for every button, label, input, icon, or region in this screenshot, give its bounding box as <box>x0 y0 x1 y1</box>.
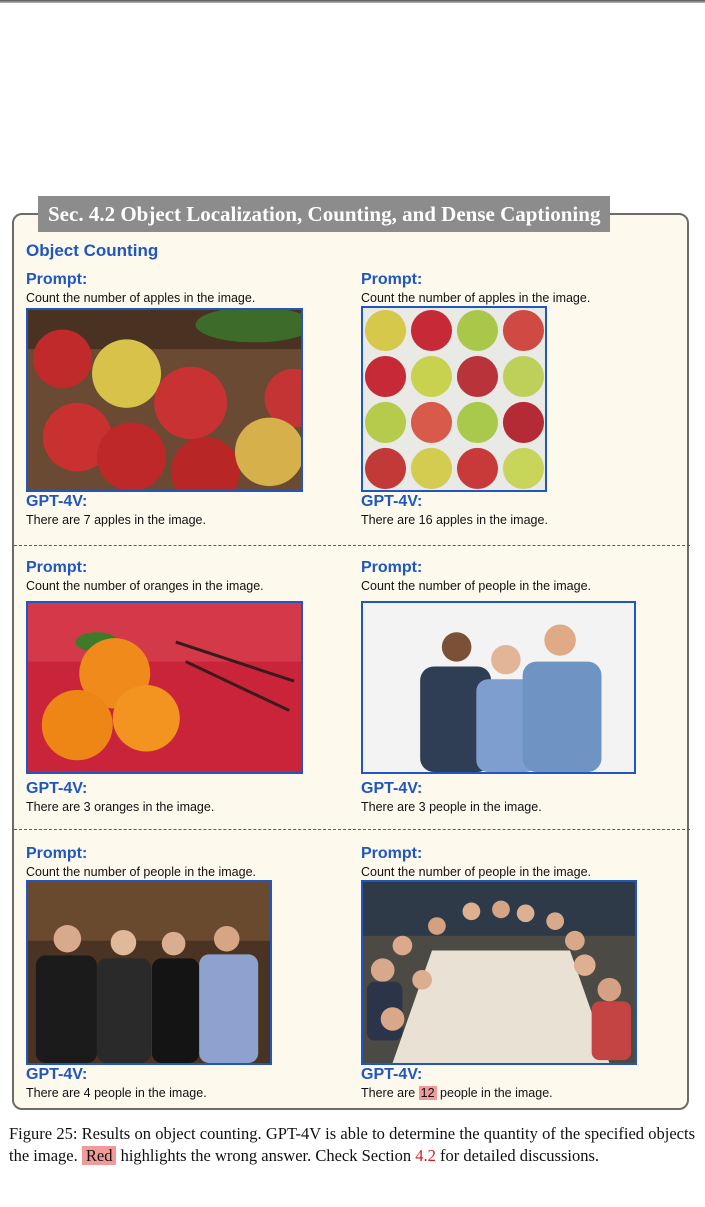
page-top-rule <box>0 0 705 3</box>
answer-text-post: people in the image. <box>436 1086 553 1100</box>
prompt-block: Prompt: Count the number of apples in th… <box>26 271 255 306</box>
prompt-text: Count the number of people in the image. <box>361 865 592 879</box>
row-divider <box>14 545 690 546</box>
answer-text: There are 12 people in the image. <box>361 1085 553 1101</box>
prompt-label: Prompt: <box>26 845 88 862</box>
answer-label: GPT-4V: <box>26 780 88 797</box>
answer-label: GPT-4V: <box>361 493 423 510</box>
answer-text: There are 7 apples in the image. <box>26 513 206 527</box>
caption-red-highlight: Red <box>81 1146 117 1165</box>
figure-caption: Figure 25: Results on object counting. G… <box>9 1123 695 1167</box>
answer-text: There are 3 oranges in the image. <box>26 800 215 814</box>
answer-block: GPT-4V: There are 3 people in the image. <box>361 780 542 815</box>
prompt-label: Prompt: <box>361 271 423 288</box>
section-title: Sec. 4.2 Object Localization, Counting, … <box>38 196 611 232</box>
prompt-text: Count the number of people in the image. <box>361 579 592 593</box>
apples-photo <box>26 308 303 492</box>
three-people-photo <box>361 601 636 774</box>
prompt-text: Count the number of apples in the image. <box>26 291 256 305</box>
caption-text-2: highlights the wrong answer. Check Secti… <box>116 1146 416 1165</box>
answer-label: GPT-4V: <box>361 780 423 797</box>
answer-text: There are 4 people in the image. <box>26 1086 207 1100</box>
prompt-block: Prompt: Count the number of people in th… <box>361 559 591 594</box>
answer-block: GPT-4V: There are 3 oranges in the image… <box>26 780 214 815</box>
prompt-label: Prompt: <box>361 559 423 576</box>
prompt-label: Prompt: <box>26 271 88 288</box>
answer-label: GPT-4V: <box>26 493 88 510</box>
four-people-photo <box>26 880 272 1065</box>
apple-grid-photo <box>361 306 547 492</box>
answer-label: GPT-4V: <box>361 1066 423 1083</box>
wrong-answer-highlight: 12 <box>418 1086 437 1100</box>
prompt-block: Prompt: Count the number of people in th… <box>26 845 256 880</box>
prompt-label: Prompt: <box>26 559 88 576</box>
prompt-block: Prompt: Count the number of oranges in t… <box>26 559 264 594</box>
answer-text: There are 3 people in the image. <box>361 800 542 814</box>
prompt-block: Prompt: Count the number of apples in th… <box>361 271 590 306</box>
prompt-text: Count the number of people in the image. <box>26 865 257 879</box>
answer-label: GPT-4V: <box>26 1066 88 1083</box>
caption-text-3: for detailed discussions. <box>435 1146 600 1165</box>
answer-block: GPT-4V: There are 4 people in the image. <box>26 1066 207 1101</box>
section-ref-link[interactable]: 4.2 <box>415 1146 436 1165</box>
dinner-party-photo <box>361 880 637 1065</box>
prompt-label: Prompt: <box>361 845 423 862</box>
answer-text: There are 16 apples in the image. <box>361 513 548 527</box>
answer-block: GPT-4V: There are 16 apples in the image… <box>361 493 548 528</box>
oranges-photo <box>26 601 303 774</box>
answer-block: GPT-4V: There are 12 people in the image… <box>361 1066 553 1101</box>
prompt-text: Count the number of apples in the image. <box>361 291 591 305</box>
prompt-block: Prompt: Count the number of people in th… <box>361 845 591 880</box>
prompt-text: Count the number of oranges in the image… <box>26 579 264 593</box>
answer-text-pre: There are <box>361 1086 419 1100</box>
answer-block: GPT-4V: There are 7 apples in the image. <box>26 493 206 528</box>
row-divider <box>14 829 690 830</box>
object-counting-heading: Object Counting <box>26 241 159 260</box>
